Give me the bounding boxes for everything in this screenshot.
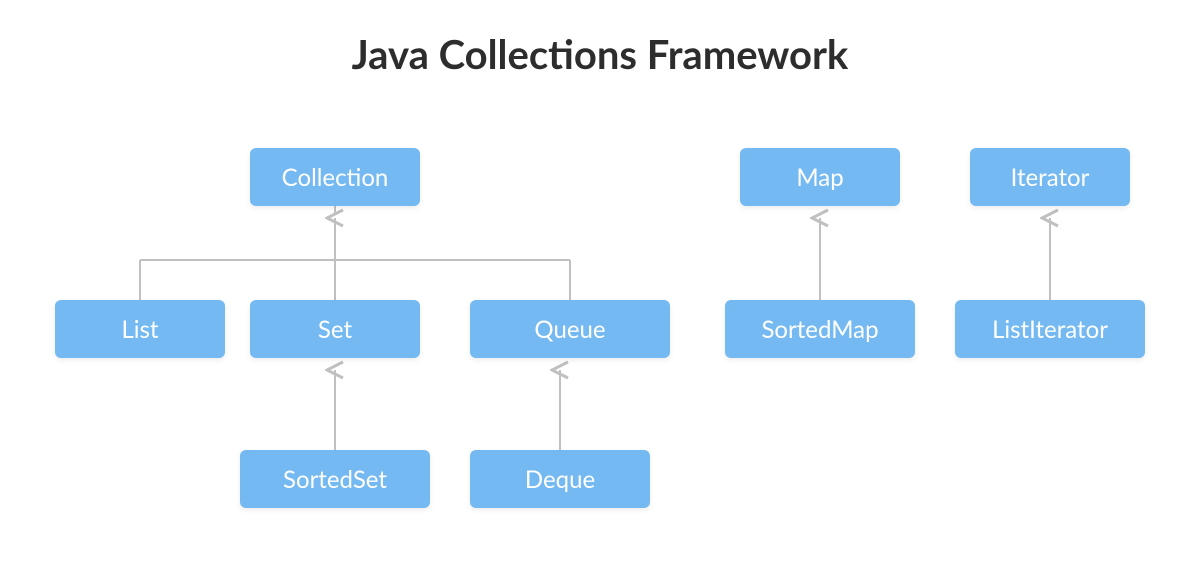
node-list: List: [55, 300, 225, 358]
node-set: Set: [250, 300, 420, 358]
diagram-title: Java Collections Framework: [0, 30, 1200, 78]
node-sortedmap: SortedMap: [725, 300, 915, 358]
node-collection: Collection: [250, 148, 420, 206]
node-map: Map: [740, 148, 900, 206]
node-sortedset: SortedSet: [240, 450, 430, 508]
node-listiterator: ListIterator: [955, 300, 1145, 358]
node-queue: Queue: [470, 300, 670, 358]
node-deque: Deque: [470, 450, 650, 508]
node-iterator: Iterator: [970, 148, 1130, 206]
